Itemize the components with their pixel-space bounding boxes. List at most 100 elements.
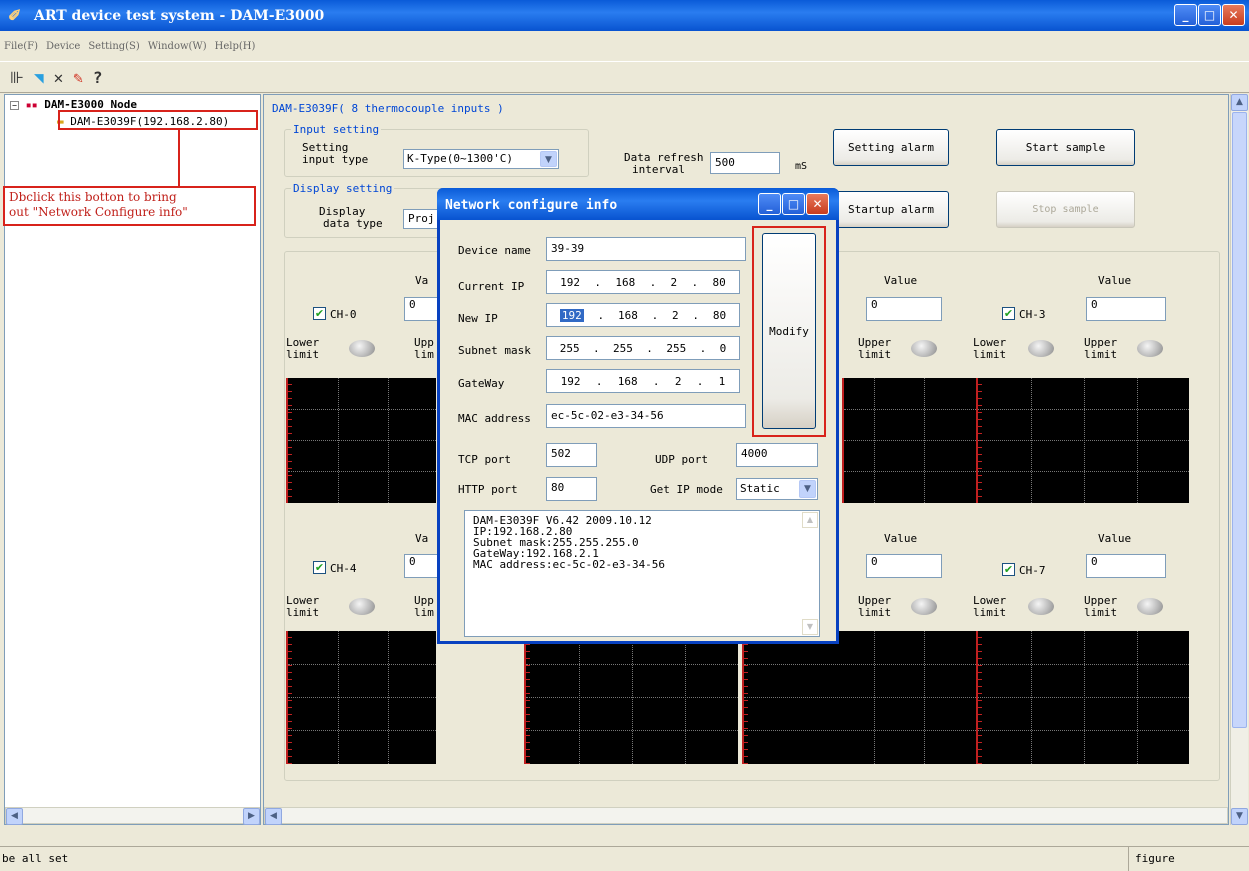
chevron-down-icon[interactable]: ▼ — [540, 151, 557, 167]
setting-alarm-button[interactable]: Setting alarm — [833, 129, 949, 166]
ch4-checkbox[interactable]: ✔ — [313, 561, 326, 574]
ch6-value-label: Value — [884, 532, 918, 545]
ch3-label: CH-3 — [1019, 308, 1046, 321]
scroll-down-button[interactable]: ▼ — [1231, 808, 1248, 825]
menu-window[interactable]: Window(W) — [148, 41, 207, 52]
device-icon[interactable]: ◥ — [34, 68, 44, 87]
help-icon[interactable]: ? — [93, 68, 103, 87]
udp-port-input[interactable]: 4000 — [736, 443, 818, 467]
new-ip-octet[interactable]: 2 — [672, 309, 679, 322]
tcp-port-label: TCP port — [458, 453, 511, 466]
subnet-octet[interactable]: 255 — [666, 342, 686, 355]
ch0-checkbox[interactable]: ✔ — [313, 307, 326, 320]
device-info-textarea[interactable]: DAM-E3039F V6.42 2009.10.12 IP:192.168.2… — [464, 510, 820, 637]
subnet-octet[interactable]: 255 — [613, 342, 633, 355]
panel-title: DAM-E3039F( 8 thermocouple inputs ) — [272, 102, 504, 115]
ch3-checkbox[interactable]: ✔ — [1002, 307, 1015, 320]
status-figure: figure — [1128, 847, 1175, 871]
maximize-button[interactable]: □ — [1198, 4, 1221, 26]
ch2-upper-label-2: limit — [858, 348, 892, 361]
refresh-interval-input[interactable]: 500 — [710, 152, 780, 174]
tcp-port-input[interactable]: 502 — [546, 443, 597, 467]
ch6-upper-label: Upper — [858, 594, 892, 607]
start-sample-button[interactable]: Start sample — [996, 129, 1135, 166]
connect-icon[interactable]: ⊪ — [10, 68, 24, 87]
scroll-up-button[interactable]: ▲ — [1231, 94, 1248, 111]
subnet-octet[interactable]: 0 — [720, 342, 727, 355]
current-ip-input[interactable]: 192. 168. 2. 80 — [546, 270, 740, 294]
new-ip-octet[interactable]: 80 — [713, 309, 726, 322]
dialog-maximize-button[interactable]: □ — [782, 193, 805, 215]
network-config-dialog: Network configure info _ □ ✕ Device name… — [437, 188, 839, 644]
info-scroll-down-icon[interactable]: ▼ — [802, 619, 818, 635]
scroll-right-button[interactable]: ▶ — [243, 808, 260, 825]
new-ip-octet-selected[interactable]: 192 — [559, 308, 584, 322]
gateway-input[interactable]: 192. 168. 2. 1 — [546, 369, 740, 393]
refresh-label-1: Data refresh — [624, 151, 704, 164]
subnet-input[interactable]: 255. 255. 255. 0 — [546, 336, 740, 360]
toolbar: ⊪ ◥ ✕ ✎ ? — [0, 61, 1249, 93]
http-port-input[interactable]: 80 — [546, 477, 597, 501]
input-type-select[interactable]: K-Type(0~1300'C) ▼ — [403, 149, 559, 169]
gateway-octet[interactable]: 168 — [618, 375, 638, 388]
ch3-upper-label: Upper — [1084, 336, 1118, 349]
menu-file[interactable]: File(F) — [4, 41, 38, 52]
tree-hscroll[interactable]: ◀ ▶ — [5, 807, 260, 825]
ch6-upper-label-2: limit — [858, 606, 892, 619]
dialog-minimize-button[interactable]: _ — [758, 193, 781, 215]
main-vscroll[interactable]: ▲ ▼ — [1230, 94, 1248, 825]
device-name-input[interactable]: 39-39 — [546, 237, 746, 261]
app-icon: ✐ — [8, 5, 22, 25]
close-button[interactable]: ✕ — [1222, 4, 1245, 26]
subnet-octet[interactable]: 255 — [560, 342, 580, 355]
stop-sample-button[interactable]: Stop sample — [996, 191, 1135, 228]
ch2-upper-led — [911, 340, 937, 357]
ch7-checkbox[interactable]: ✔ — [1002, 563, 1015, 576]
ip-mode-label: Get IP mode — [650, 483, 723, 496]
dialog-close-button[interactable]: ✕ — [806, 193, 829, 215]
input-type-value: K-Type(0~1300'C) — [407, 152, 513, 165]
ip-mode-value: Static — [740, 482, 780, 495]
chevron-down-icon[interactable]: ▼ — [799, 480, 816, 498]
menu-help[interactable]: Help(H) — [215, 41, 256, 52]
main-scroll-left-button[interactable]: ◀ — [265, 808, 282, 825]
gateway-octet[interactable]: 192 — [561, 375, 581, 388]
menu-device[interactable]: Device — [46, 41, 80, 52]
network-icon: ▪▪ — [25, 100, 38, 111]
subnet-label: Subnet mask — [458, 344, 531, 357]
current-ip-label: Current IP — [458, 280, 525, 293]
modify-button[interactable]: Modify — [762, 233, 816, 429]
vscroll-thumb[interactable] — [1232, 112, 1247, 728]
mac-input[interactable]: ec-5c-02-e3-34-56 — [546, 404, 746, 428]
scroll-left-button[interactable]: ◀ — [6, 808, 23, 825]
ip-mode-select[interactable]: Static ▼ — [736, 478, 818, 500]
title-bar: ✐ ART device test system - DAM-E3000 _ □… — [0, 0, 1249, 31]
startup-alarm-button[interactable]: Startup alarm — [833, 191, 949, 228]
new-ip-octet[interactable]: 168 — [618, 309, 638, 322]
refresh-label-2: interval — [632, 163, 685, 176]
info-scroll-up-icon[interactable]: ▲ — [802, 512, 818, 528]
new-ip-input[interactable]: 192. 168. 2. 80 — [546, 303, 740, 327]
ch6-upper-led — [911, 598, 937, 615]
udp-port-label: UDP port — [655, 453, 708, 466]
main-hscroll[interactable]: ◀ — [264, 807, 1228, 825]
ch0-value: 0 — [404, 297, 438, 321]
ch3-plot — [976, 378, 1189, 503]
settings-icon[interactable]: ✎ — [73, 68, 83, 87]
ch5-plot — [524, 631, 738, 764]
gateway-octet[interactable]: 2 — [675, 375, 682, 388]
display-setting-label: Display setting — [291, 182, 395, 195]
ch7-value-label: Value — [1098, 532, 1132, 545]
ch4-upper-label: Upp — [414, 594, 434, 607]
device-info-text: DAM-E3039F V6.42 2009.10.12 IP:192.168.2… — [473, 514, 666, 571]
collapse-icon[interactable]: − — [10, 101, 19, 110]
input-type-label-1: Setting — [302, 141, 349, 154]
menu-setting[interactable]: Setting(S) — [88, 41, 140, 52]
delete-icon[interactable]: ✕ — [54, 68, 64, 87]
ch4-value: 0 — [404, 554, 438, 578]
ch0-upper-label: Upp — [414, 336, 434, 349]
new-ip-label: New IP — [458, 312, 498, 325]
minimize-button[interactable]: _ — [1174, 4, 1197, 26]
current-ip-octet: 168 — [615, 275, 636, 289]
gateway-octet[interactable]: 1 — [719, 375, 726, 388]
